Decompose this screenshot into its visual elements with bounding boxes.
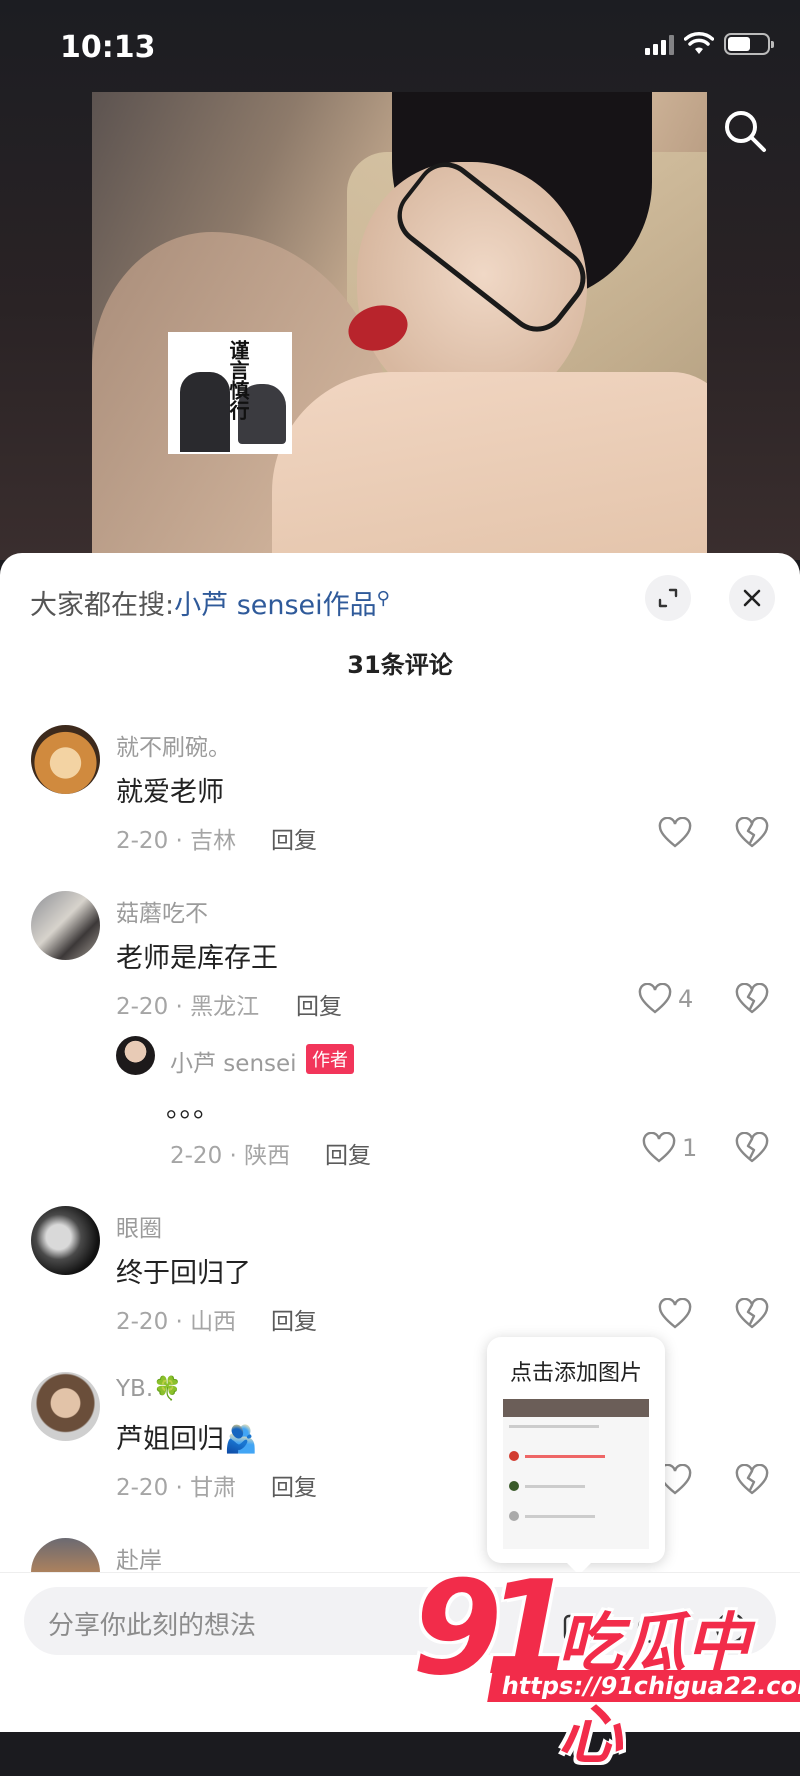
preview-line xyxy=(525,1515,595,1518)
expand-button[interactable] xyxy=(645,575,691,621)
expand-icon xyxy=(658,588,678,608)
comment-username[interactable]: 就不刷碗。 xyxy=(116,728,231,762)
like-count: 4 xyxy=(678,985,694,1013)
avatar[interactable] xyxy=(116,1036,155,1075)
comment-text: 。。。 xyxy=(166,1093,220,1124)
comment-meta: 2-20 · 山西 xyxy=(116,1309,237,1335)
reply-button[interactable]: 回复 xyxy=(271,1468,317,1502)
like-count: 1 xyxy=(682,1134,698,1162)
comment-input-placeholder: 分享你此刻的想法 xyxy=(48,1611,257,1641)
dislike-icon[interactable] xyxy=(735,983,769,1015)
video-frame[interactable] xyxy=(92,92,707,558)
hot-search-bar[interactable]: 大家都在搜:小芦 sensei作品⚲ xyxy=(30,583,390,622)
heart-icon xyxy=(658,817,692,848)
heart-icon xyxy=(658,1298,692,1329)
avatar[interactable] xyxy=(31,725,100,794)
reply-button[interactable]: 回复 xyxy=(271,821,317,855)
comment-text: 终于回归了 xyxy=(116,1258,251,1289)
battery-icon xyxy=(724,33,774,55)
signal-icon xyxy=(645,33,674,55)
heart-icon xyxy=(638,983,672,1014)
author-badge: 作者 xyxy=(306,1044,354,1074)
status-icons xyxy=(645,32,774,56)
tooltip-title: 点击添加图片 xyxy=(509,1361,642,1386)
arm xyxy=(272,372,707,558)
comment-username[interactable]: 眼圈 xyxy=(116,1209,162,1243)
comment-username[interactable]: 小芦 sensei xyxy=(170,1044,297,1078)
comment-meta: 2-20 · 甘肃 xyxy=(116,1475,237,1501)
comment-text: 就爱老师 xyxy=(116,777,224,808)
preview-line xyxy=(525,1455,605,1458)
tooltip-preview xyxy=(503,1399,649,1549)
preview-header xyxy=(503,1399,649,1417)
avatar[interactable] xyxy=(31,1372,100,1441)
watermark-logo: 91 吃瓜中心 https://91chigua22.com xyxy=(408,1552,800,1773)
comment-count: 31条评论 xyxy=(347,651,453,679)
reply-button[interactable]: 回复 xyxy=(296,987,342,1021)
meme-sticker: 谨言慎行 xyxy=(168,332,292,454)
close-icon xyxy=(743,589,761,607)
comment-username[interactable]: 菇蘑吃不 xyxy=(116,894,208,928)
like-button[interactable] xyxy=(658,1298,692,1330)
preview-avatar xyxy=(509,1451,519,1461)
preview-line xyxy=(525,1485,585,1488)
search-icon: ⚲ xyxy=(376,588,390,609)
comment-text: 老师是库存王 xyxy=(116,943,278,974)
hot-search-prefix: 大家都在搜: xyxy=(30,590,175,621)
preview-avatar xyxy=(509,1481,519,1491)
dislike-icon[interactable] xyxy=(735,817,769,849)
add-image-tooltip[interactable]: 点击添加图片 xyxy=(487,1337,665,1575)
avatar[interactable] xyxy=(31,891,100,960)
wifi-icon xyxy=(684,32,714,54)
avatar[interactable] xyxy=(31,1206,100,1275)
like-button[interactable] xyxy=(658,817,692,849)
close-button[interactable] xyxy=(729,575,775,621)
search-icon[interactable] xyxy=(722,108,768,154)
comment-username[interactable]: 赴岸 xyxy=(116,1541,162,1575)
heart-icon xyxy=(642,1132,676,1163)
hot-search-link[interactable]: 小芦 sensei作品 xyxy=(174,590,377,621)
comment-text: 芦姐回归🫂 xyxy=(116,1424,258,1455)
comment-meta: 2-20 · 吉林 xyxy=(116,828,237,854)
sticker-text: 谨言慎行 xyxy=(226,340,250,420)
dislike-icon[interactable] xyxy=(735,1132,769,1164)
comment-meta: 2-20 · 陕西 xyxy=(170,1143,291,1169)
watermark-url: https://91chigua22.com xyxy=(487,1670,800,1702)
comment-meta: 2-20 · 黑龙江 xyxy=(116,994,260,1020)
like-button[interactable]: 4 xyxy=(638,983,693,1015)
dislike-icon[interactable] xyxy=(735,1298,769,1330)
status-time: 10:13 xyxy=(60,30,156,65)
like-button[interactable]: 1 xyxy=(642,1132,697,1164)
preview-line xyxy=(509,1425,599,1428)
reply-button[interactable]: 回复 xyxy=(271,1302,317,1336)
comment-username[interactable]: YB.🍀 xyxy=(116,1375,182,1402)
preview-avatar xyxy=(509,1511,519,1521)
reply-button[interactable]: 回复 xyxy=(325,1136,371,1170)
dislike-icon[interactable] xyxy=(735,1464,769,1496)
